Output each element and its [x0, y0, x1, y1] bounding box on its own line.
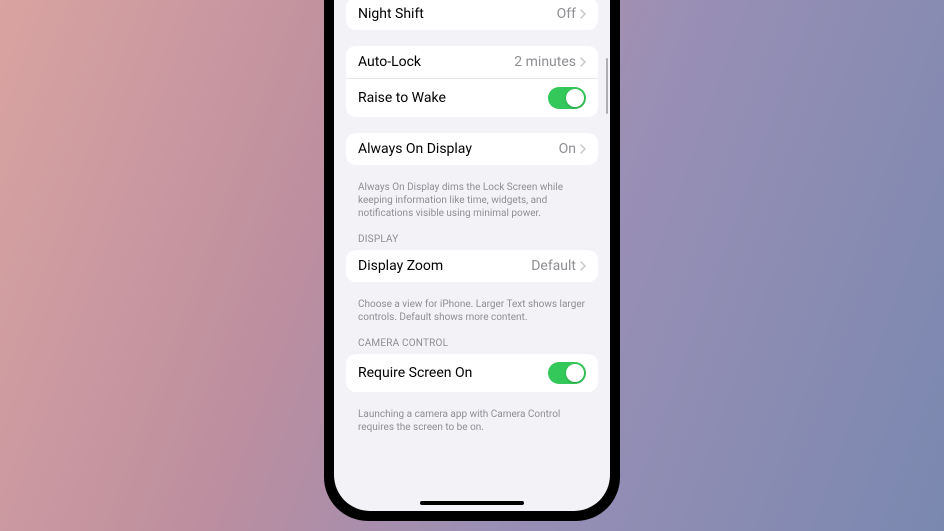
row-right: Off: [557, 6, 586, 22]
display-footer: Choose a view for iPhone. Larger Text sh…: [358, 298, 586, 324]
home-indicator[interactable]: [420, 501, 524, 505]
always-on-footer: Always On Display dims the Lock Screen w…: [358, 181, 586, 220]
display-group: Display Zoom Default: [346, 250, 598, 282]
night-shift-row[interactable]: Night Shift Off: [346, 0, 598, 30]
raise-to-wake-label: Raise to Wake: [358, 90, 446, 106]
display-section-header: DISPLAY: [358, 234, 586, 245]
always-on-label: Always On Display: [358, 141, 472, 157]
night-shift-label: Night Shift: [358, 6, 424, 22]
night-shift-value: Off: [557, 6, 576, 22]
display-zoom-value: Default: [531, 258, 576, 274]
require-screen-on-toggle[interactable]: [548, 362, 586, 384]
require-screen-on-label: Require Screen On: [358, 365, 472, 381]
always-on-value: On: [559, 141, 576, 157]
raise-to-wake-toggle[interactable]: [548, 87, 586, 109]
display-zoom-row[interactable]: Display Zoom Default: [346, 250, 598, 282]
row-right: Default: [531, 258, 586, 274]
camera-footer: Launching a camera app with Camera Contr…: [358, 408, 586, 434]
settings-list[interactable]: Night Shift Off Auto-Lock 2 minutes: [334, 0, 610, 511]
raise-to-wake-row: Raise to Wake: [346, 79, 598, 117]
chevron-right-icon: [580, 261, 586, 271]
auto-lock-label: Auto-Lock: [358, 54, 421, 70]
phone-frame: Night Shift Off Auto-Lock 2 minutes: [324, 0, 620, 521]
phone-screen: Night Shift Off Auto-Lock 2 minutes: [334, 0, 610, 511]
row-right: On: [559, 141, 586, 157]
scroll-indicator: [606, 58, 608, 114]
display-zoom-label: Display Zoom: [358, 258, 443, 274]
lock-group: Auto-Lock 2 minutes Raise to Wake: [346, 46, 598, 117]
require-screen-on-row: Require Screen On: [346, 354, 598, 392]
chevron-right-icon: [580, 57, 586, 67]
auto-lock-row[interactable]: Auto-Lock 2 minutes: [346, 46, 598, 79]
always-on-group: Always On Display On: [346, 133, 598, 165]
always-on-row[interactable]: Always On Display On: [346, 133, 598, 165]
chevron-right-icon: [580, 9, 586, 19]
camera-group: Require Screen On: [346, 354, 598, 392]
row-right: 2 minutes: [514, 54, 586, 70]
auto-lock-value: 2 minutes: [514, 54, 576, 70]
night-shift-group: Night Shift Off: [346, 0, 598, 30]
camera-section-header: CAMERA CONTROL: [358, 338, 586, 349]
chevron-right-icon: [580, 144, 586, 154]
